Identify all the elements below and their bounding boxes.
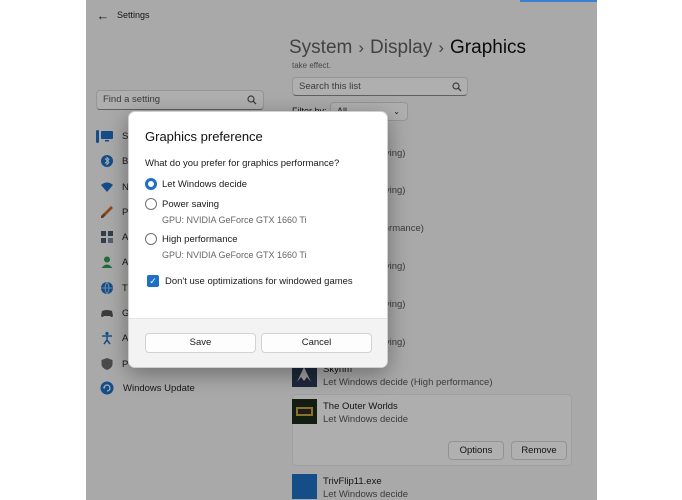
checkbox-label[interactable]: Don't use optimizations for windowed gam… — [165, 276, 353, 287]
dialog-question: What do you prefer for graphics performa… — [145, 158, 340, 169]
cancel-button[interactable]: Cancel — [261, 333, 372, 353]
dialog-footer: Save Cancel — [129, 318, 387, 367]
save-button[interactable]: Save — [145, 333, 256, 353]
radio-label[interactable]: High performance — [162, 234, 238, 245]
windowed-optimizations-checkbox[interactable]: ✓ — [147, 275, 159, 287]
radio-let-windows-decide[interactable] — [145, 178, 157, 190]
gpu-info-text: GPU: NVIDIA GeForce GTX 1660 Ti — [162, 215, 307, 225]
radio-high-performance[interactable] — [145, 233, 157, 245]
window-accent-line — [520, 0, 597, 2]
radio-label[interactable]: Power saving — [162, 199, 219, 210]
graphics-preference-dialog: Graphics preference What do you prefer f… — [128, 111, 388, 368]
checkmark-icon: ✓ — [149, 276, 157, 286]
gpu-info-text: GPU: NVIDIA GeForce GTX 1660 Ti — [162, 250, 307, 260]
radio-label[interactable]: Let Windows decide — [162, 179, 247, 190]
dialog-title: Graphics preference — [145, 129, 263, 144]
radio-power-saving[interactable] — [145, 198, 157, 210]
